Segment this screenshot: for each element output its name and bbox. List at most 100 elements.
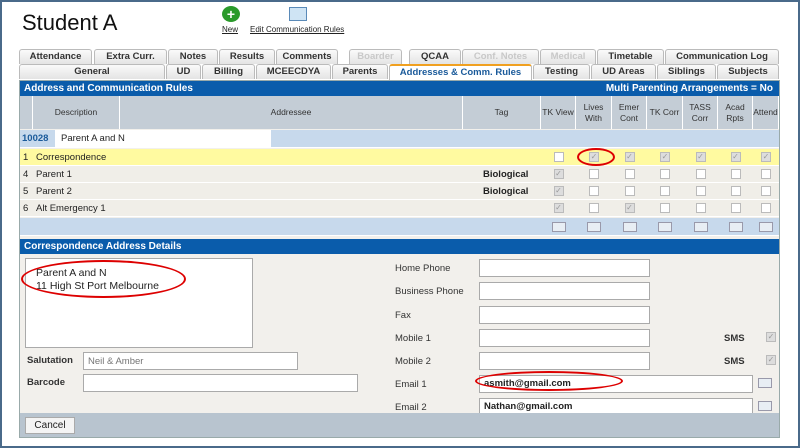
tab-attendance[interactable]: Attendance	[19, 49, 92, 64]
row-description: Correspondence	[36, 152, 107, 163]
salutation-input[interactable]	[83, 352, 298, 370]
business-phone-input[interactable]	[479, 282, 650, 300]
tab-results[interactable]: Results	[219, 49, 275, 64]
tab-communication-log[interactable]: Communication Log	[665, 49, 779, 64]
footer-bar: Cancel	[20, 413, 779, 437]
checkbox-tk-view[interactable]: ✓	[553, 186, 564, 196]
tab-testing[interactable]: Testing	[533, 64, 590, 79]
rules-header: Address and Communication Rules Multi Par…	[20, 81, 779, 96]
checkbox-attend[interactable]: ✓	[761, 152, 771, 162]
business-phone-label: Business Phone	[395, 286, 464, 297]
checkbox-tk-corr[interactable]	[660, 186, 670, 196]
home-phone-label: Home Phone	[395, 263, 451, 274]
add-rule-row	[20, 218, 779, 236]
tab-comments[interactable]: Comments	[276, 49, 338, 64]
checkbox-tk-view[interactable]	[553, 152, 564, 162]
tab-subjects[interactable]: Subjects	[717, 64, 779, 79]
page-title: Student A	[22, 10, 118, 35]
group-row: 10028 Parent A and N	[20, 130, 779, 148]
edit-pencil-icon[interactable]	[289, 7, 307, 21]
sms1-checkbox[interactable]: ✓	[766, 332, 776, 342]
col-header-addressee: Addressee	[120, 96, 463, 129]
mobile1-label: Mobile 1	[395, 333, 431, 344]
tab-notes[interactable]: Notes	[168, 49, 218, 64]
rule-row[interactable]: 4 Parent 1 Biological ✓	[20, 166, 779, 183]
tab-extra-curr-[interactable]: Extra Curr.	[94, 49, 167, 64]
col-header-acad-rpts: Acad Rpts	[718, 96, 753, 129]
tab-addresses-comm-rules[interactable]: Addresses & Comm. Rules	[389, 64, 532, 80]
checkbox-acad-rpts[interactable]	[730, 203, 741, 213]
tab-billing[interactable]: Billing	[202, 64, 255, 79]
add-contact-icon[interactable]	[693, 222, 708, 232]
mobile1-input[interactable]	[479, 329, 650, 347]
checkbox-tk-corr[interactable]: ✓	[660, 152, 670, 162]
col-header-emer-cont: Emer Cont	[612, 96, 647, 129]
salutation-label: Salutation	[27, 355, 73, 366]
col-header-blank	[20, 96, 33, 129]
row-number: 4	[23, 169, 29, 180]
checkbox-tass-corr[interactable]: ✓	[695, 152, 706, 162]
checkbox-tk-view[interactable]: ✓	[553, 169, 564, 179]
tab-qcaa[interactable]: QCAA	[409, 49, 461, 64]
checkbox-tass-corr[interactable]	[695, 203, 706, 213]
col-header-attend: Attend	[753, 96, 779, 129]
checkbox-emer-cont[interactable]	[624, 186, 635, 196]
barcode-input[interactable]	[83, 374, 358, 392]
tab-mceecdya[interactable]: MCEECDYA	[256, 64, 331, 79]
checkbox-acad-rpts[interactable]: ✓	[730, 152, 741, 162]
checkbox-lives-with[interactable]	[589, 203, 599, 213]
col-header-tk-corr: TK Corr	[647, 96, 683, 129]
checkbox-emer-cont[interactable]	[624, 169, 635, 179]
row-description: Alt Emergency 1	[36, 203, 106, 214]
annotation-oval	[475, 371, 623, 391]
tab-conf-notes: Conf. Notes	[462, 49, 539, 64]
checkbox-tk-view[interactable]: ✓	[553, 203, 564, 213]
checkbox-lives-with[interactable]	[589, 169, 599, 179]
add-contact-icon[interactable]	[622, 222, 637, 232]
main-panel: Address and Communication Rules Multi Par…	[19, 80, 780, 438]
add-contact-icon[interactable]	[587, 222, 601, 232]
new-plus-icon[interactable]: +	[222, 6, 240, 22]
checkbox-emer-cont[interactable]: ✓	[624, 203, 635, 213]
sms2-label: SMS	[724, 356, 745, 367]
add-contact-icon[interactable]	[759, 222, 773, 232]
tab-ud-areas[interactable]: UD Areas	[591, 64, 656, 79]
checkbox-emer-cont[interactable]: ✓	[624, 152, 635, 162]
checkbox-attend[interactable]	[761, 169, 771, 179]
add-contact-icon[interactable]	[658, 222, 672, 232]
tab-siblings[interactable]: Siblings	[657, 64, 716, 79]
cancel-button[interactable]: Cancel	[25, 417, 75, 434]
email2-send-icon[interactable]	[758, 401, 772, 411]
checkbox-lives-with[interactable]	[589, 186, 599, 196]
add-contact-icon[interactable]	[551, 222, 566, 232]
checkbox-acad-rpts[interactable]	[730, 169, 741, 179]
checkbox-tk-corr[interactable]	[660, 203, 670, 213]
email1-send-icon[interactable]	[758, 378, 772, 388]
barcode-label: Barcode	[27, 377, 66, 388]
add-contact-icon[interactable]	[728, 222, 743, 232]
tab-ud[interactable]: UD	[166, 64, 201, 79]
fax-input[interactable]	[479, 306, 650, 324]
tab-parents[interactable]: Parents	[332, 64, 388, 79]
col-header-tag: Tag	[463, 96, 541, 129]
checkbox-tass-corr[interactable]	[695, 169, 706, 179]
tab-timetable[interactable]: Timetable	[597, 49, 664, 64]
tab-general[interactable]: General	[19, 64, 165, 79]
sms2-checkbox[interactable]: ✓	[766, 355, 776, 365]
checkbox-acad-rpts[interactable]	[730, 186, 741, 196]
rule-row[interactable]: 1 Correspondence ✓ ✓ ✓ ✓ ✓ ✓	[20, 149, 779, 166]
row-number: 5	[23, 186, 29, 197]
rule-row[interactable]: 5 Parent 2 Biological ✓	[20, 183, 779, 200]
details-header: Correspondence Address Details	[20, 239, 779, 254]
rule-row[interactable]: 6 Alt Emergency 1 ✓ ✓	[20, 200, 779, 217]
checkbox-attend[interactable]	[761, 186, 771, 196]
edit-communication-rules-button[interactable]: Edit Communication Rules	[250, 25, 344, 34]
mobile2-input[interactable]	[479, 352, 650, 370]
checkbox-attend[interactable]	[761, 203, 771, 213]
checkbox-tass-corr[interactable]	[695, 186, 706, 196]
new-button[interactable]: New	[222, 25, 238, 34]
checkbox-tk-corr[interactable]	[660, 169, 670, 179]
home-phone-input[interactable]	[479, 259, 650, 277]
sms1-label: SMS	[724, 333, 745, 344]
group-id[interactable]: 10028	[22, 130, 48, 147]
